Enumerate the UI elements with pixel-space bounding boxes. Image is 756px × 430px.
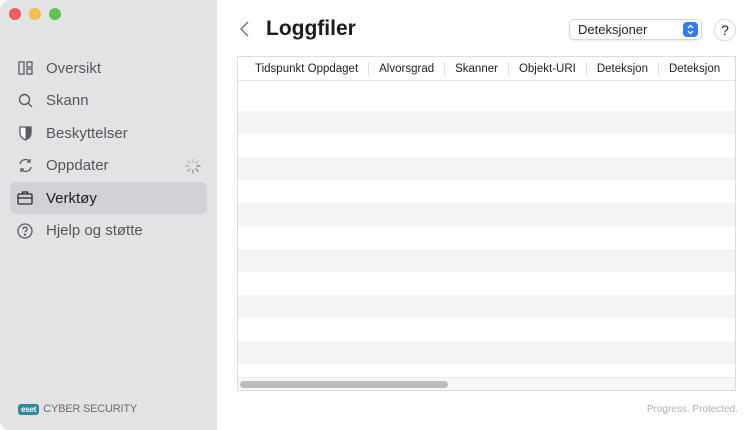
- tagline: Progress. Protected.: [646, 404, 738, 415]
- table-row: [238, 341, 735, 364]
- horizontal-scrollbar[interactable]: [238, 377, 735, 390]
- sidebar-item-label: Beskyttelser: [46, 124, 128, 142]
- table-row: [238, 272, 735, 295]
- loading-spinner-icon: [185, 157, 201, 178]
- table-body: [238, 88, 735, 364]
- table-row: [238, 180, 735, 203]
- sidebar-nav: Oversikt Skann Beskyttelser Oppdater Ver…: [10, 52, 207, 247]
- page-title: Loggfiler: [266, 17, 356, 40]
- column-header[interactable]: Deteksjon: [587, 61, 659, 76]
- toolbox-icon: [17, 190, 33, 206]
- column-header[interactable]: Alvorsgrad: [369, 61, 446, 76]
- table-row: [238, 203, 735, 226]
- sidebar: Oversikt Skann Beskyttelser Oppdater Ver…: [0, 0, 217, 430]
- column-header[interactable]: Objekt-URI: [509, 61, 587, 76]
- help-button[interactable]: ?: [714, 19, 736, 41]
- eset-badge: eset: [18, 403, 40, 415]
- table-row: [238, 249, 735, 272]
- product-name: CYBER SECURITY: [43, 403, 137, 415]
- table-row: [238, 111, 735, 134]
- table-row: [238, 295, 735, 318]
- sidebar-item-oppdater[interactable]: Oppdater: [10, 150, 207, 182]
- eset-logo: eset CYBER SECURITY: [18, 403, 137, 415]
- sidebar-item-oversikt[interactable]: Oversikt: [10, 52, 207, 84]
- back-button[interactable]: [238, 20, 250, 43]
- scrollbar-thumb[interactable]: [240, 381, 448, 388]
- log-type-value: Deteksjoner: [578, 22, 648, 37]
- chevron-up-down-icon: [683, 22, 698, 37]
- sidebar-item-verktoy[interactable]: Verktøy: [10, 182, 207, 214]
- sidebar-item-beskyttelser[interactable]: Beskyttelser: [10, 117, 207, 149]
- log-type-select[interactable]: Deteksjoner: [569, 19, 702, 40]
- sidebar-item-label: Oppdater: [46, 157, 109, 174]
- zoom-button[interactable]: [49, 8, 61, 20]
- table-row: [238, 226, 735, 249]
- sidebar-item-label: Oversikt: [46, 59, 102, 77]
- table-row: [238, 134, 735, 157]
- sidebar-item-skann[interactable]: Skann: [10, 85, 207, 117]
- window-controls: [9, 8, 61, 20]
- column-header[interactable]: Skanner: [445, 61, 509, 76]
- table-row: [238, 157, 735, 180]
- table-row: [238, 318, 735, 341]
- help-circle-icon: [17, 222, 33, 239]
- log-table: Tidspunkt Oppdaget Alvorsgrad Skanner Ob…: [237, 56, 736, 391]
- table-header: Tidspunkt Oppdaget Alvorsgrad Skanner Ob…: [238, 57, 735, 81]
- table-row: [238, 88, 735, 111]
- sidebar-item-label: Hjelp og støtte: [46, 222, 143, 239]
- column-header[interactable]: Deteksjon: [659, 62, 730, 76]
- minimize-button[interactable]: [29, 8, 41, 20]
- sidebar-item-label: Skann: [46, 92, 89, 109]
- refresh-icon: [17, 158, 33, 174]
- dashboard-icon: [17, 60, 33, 76]
- sidebar-item-label: Verktøy: [46, 189, 97, 207]
- shield-icon: [17, 125, 33, 141]
- close-button[interactable]: [9, 8, 21, 20]
- search-icon: [17, 93, 33, 109]
- sidebar-item-hjelp[interactable]: Hjelp og støtte: [10, 215, 207, 247]
- column-header[interactable]: Tidspunkt Oppdaget: [245, 61, 370, 76]
